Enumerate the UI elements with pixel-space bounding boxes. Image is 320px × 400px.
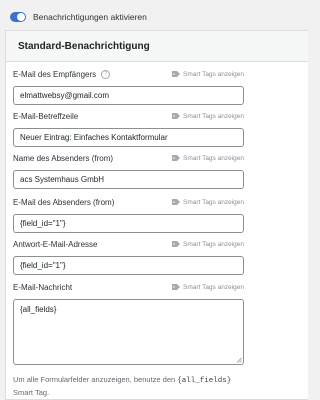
smart-tags-link-from-name[interactable]: Smart Tags anzeigen [172, 155, 244, 162]
reply-to-field: Antwort-E-Mail-Adresse Smart Tags anzeig… [13, 238, 244, 275]
enable-notifications-toggle[interactable] [10, 12, 26, 22]
tag-icon [172, 71, 181, 77]
hint-text-before: Um alle Formularfelder anzuzeigen, benut… [13, 375, 176, 384]
smart-tags-link-subject[interactable]: Smart Tags anzeigen [172, 113, 244, 120]
all-fields-hint: Um alle Formularfelder anzuzeigen, benut… [13, 374, 293, 398]
recipient-label: E-Mail des Empfängers ? [13, 69, 111, 79]
subject-input[interactable]: Neuer Eintrag: Einfaches Kontaktformular [13, 128, 244, 147]
reply-to-input[interactable]: {field_id="1"} [13, 256, 244, 275]
smart-tags-link-reply-to[interactable]: Smart Tags anzeigen [172, 241, 244, 248]
tag-icon [172, 284, 181, 290]
resize-handle-icon[interactable] [236, 357, 242, 363]
smart-tags-link-recipient[interactable]: Smart Tags anzeigen [172, 71, 244, 78]
subject-label: E-Mail-Betreffzeile [13, 111, 79, 121]
smart-tags-label: Smart Tags anzeigen [183, 198, 244, 206]
from-name-label: Name des Absenders (from) [13, 153, 114, 163]
smart-tags-label: Smart Tags anzeigen [183, 240, 244, 248]
from-name-field: Name des Absenders (from) Smart Tags anz… [13, 152, 244, 189]
smart-tags-label: Smart Tags anzeigen [183, 154, 244, 162]
message-field: E-Mail-Nachricht Smart Tags anzeigen {al… [13, 281, 244, 365]
from-name-input[interactable]: acs Systemhaus GmbH [13, 170, 244, 189]
smart-tags-label: Smart Tags anzeigen [183, 112, 244, 120]
from-email-label: E-Mail des Absenders (from) [13, 197, 115, 207]
smart-tags-link-from-email[interactable]: Smart Tags anzeigen [172, 199, 244, 206]
help-icon[interactable]: ? [101, 69, 111, 79]
tag-icon [172, 199, 181, 205]
subject-field: E-Mail-Betreffzeile Smart Tags anzeigen … [13, 110, 244, 147]
smart-tags-link-message[interactable]: Smart Tags anzeigen [172, 284, 244, 291]
recipient-label-text: E-Mail des Empfängers [13, 69, 97, 79]
from-email-field: E-Mail des Absenders (from) Smart Tags a… [13, 196, 244, 233]
smart-tags-label: Smart Tags anzeigen [183, 283, 244, 291]
tag-icon [172, 113, 181, 119]
message-label: E-Mail-Nachricht [13, 282, 73, 292]
from-email-input[interactable]: {field_id="1"} [13, 214, 244, 233]
enable-notifications-label: Benachrichtigungen aktivieren [33, 12, 147, 22]
tag-icon [172, 155, 181, 161]
toggle-knob [17, 13, 25, 21]
recipient-input[interactable]: elmattwebsy@gmail.com [13, 86, 244, 105]
message-textarea[interactable]: {all_fields} [13, 299, 244, 365]
enable-notifications-toggle-row[interactable]: Benachrichtigungen aktivieren [10, 10, 147, 24]
message-text: {all_fields} [20, 305, 57, 314]
reply-to-label: Antwort-E-Mail-Adresse [13, 239, 98, 249]
recipient-field: E-Mail des Empfängers ? Smart Tags anzei… [13, 68, 244, 105]
smart-tags-label: Smart Tags anzeigen [183, 70, 244, 78]
tag-icon [172, 241, 181, 247]
hint-text-after: Smart Tag. [13, 388, 50, 397]
hint-code: {all_fields} [177, 377, 232, 385]
panel-title: Standard-Benachrichtigung [6, 31, 308, 62]
